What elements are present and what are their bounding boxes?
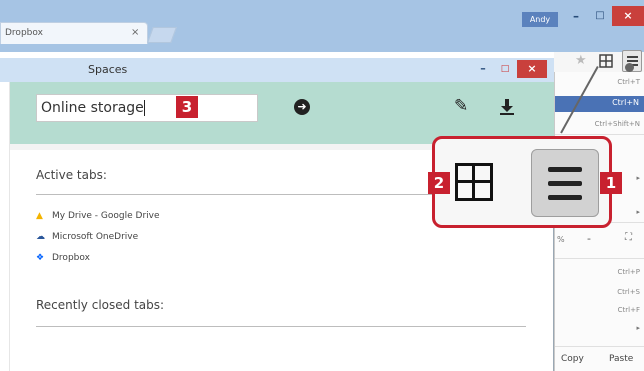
- menu-item-incognito[interactable]: Ctrl+Shift+N: [595, 120, 640, 128]
- space-name-value: Online storage: [41, 100, 144, 116]
- list-item[interactable]: ❖ Dropbox: [36, 253, 90, 263]
- menu-separator: [555, 346, 644, 347]
- menu-separator: [555, 258, 644, 259]
- callout-zoom: [432, 136, 612, 228]
- callout-badge-1: 1: [600, 172, 622, 194]
- submenu-arrow-icon: ▸: [636, 324, 640, 332]
- grid-view-icon[interactable]: [455, 163, 493, 201]
- spaces-minimize-button[interactable]: –: [472, 60, 494, 78]
- onedrive-icon: ☁: [36, 232, 45, 242]
- zoom-percent: %: [557, 235, 565, 244]
- go-arrow-icon[interactable]: ➜: [294, 99, 310, 115]
- window-edge: [0, 82, 10, 371]
- zoom-out-button[interactable]: -: [587, 232, 591, 245]
- user-badge[interactable]: Andy: [522, 12, 558, 27]
- tab-dropbox[interactable]: Dropbox ×: [0, 22, 148, 44]
- list-item-label: My Drive - Google Drive: [52, 211, 160, 221]
- menu-lines-icon[interactable]: [531, 149, 599, 217]
- new-tab-button[interactable]: [147, 27, 177, 43]
- spaces-header: Online storage ➜ ✎: [10, 82, 554, 144]
- list-item-label: Microsoft OneDrive: [52, 232, 139, 242]
- tab-close-icon[interactable]: ×: [131, 27, 139, 38]
- recently-closed-heading: Recently closed tabs:: [36, 298, 165, 312]
- menu-item-new-window-shortcut: Ctrl+N: [612, 98, 639, 107]
- spaces-close-button[interactable]: ×: [517, 60, 547, 78]
- callout-dot: [625, 63, 634, 72]
- download-icon[interactable]: [498, 98, 516, 116]
- tab-title: Dropbox: [5, 28, 43, 38]
- submenu-arrow-icon: ▸: [636, 174, 640, 182]
- menu-item-print[interactable]: Ctrl+P: [617, 268, 640, 276]
- spaces-title-bar: Spaces – □ ×: [0, 58, 554, 82]
- browser-minimize-button[interactable]: –: [564, 6, 588, 26]
- google-drive-icon: ▲: [36, 211, 43, 221]
- browser-title-bar: Dropbox × Andy – □ ×: [0, 0, 644, 52]
- bookmark-star-icon[interactable]: ★: [575, 53, 587, 68]
- list-item[interactable]: ▲ My Drive - Google Drive: [36, 211, 160, 221]
- browser-close-button[interactable]: ×: [612, 6, 644, 26]
- fullscreen-icon[interactable]: ⛶: [625, 232, 632, 243]
- paste-button[interactable]: Paste: [609, 354, 633, 364]
- menu-item-find[interactable]: Ctrl+F: [618, 306, 640, 314]
- submenu-arrow-icon: ▸: [636, 208, 640, 216]
- spaces-maximize-button[interactable]: □: [494, 60, 516, 78]
- menu-item-new-window[interactable]: Ctrl+N: [555, 96, 644, 112]
- browser-maximize-button[interactable]: □: [588, 6, 612, 26]
- list-item[interactable]: ☁ Microsoft OneDrive: [36, 232, 138, 242]
- divider: [36, 326, 526, 327]
- callout-badge-2: 2: [428, 172, 450, 194]
- menu-item-save[interactable]: Ctrl+S: [617, 288, 640, 296]
- spaces-grid-icon[interactable]: [599, 54, 613, 68]
- list-item-label: Dropbox: [52, 253, 90, 263]
- menu-item-new-tab[interactable]: Ctrl+T: [617, 78, 640, 86]
- active-tabs-heading: Active tabs:: [36, 168, 107, 182]
- pencil-icon[interactable]: ✎: [454, 96, 468, 116]
- dropbox-icon: ❖: [36, 253, 45, 263]
- callout-badge-3: 3: [176, 96, 198, 118]
- menu-separator: [555, 134, 644, 135]
- space-name-input[interactable]: Online storage: [36, 94, 258, 122]
- copy-button[interactable]: Copy: [561, 354, 584, 364]
- spaces-title: Spaces: [88, 63, 128, 76]
